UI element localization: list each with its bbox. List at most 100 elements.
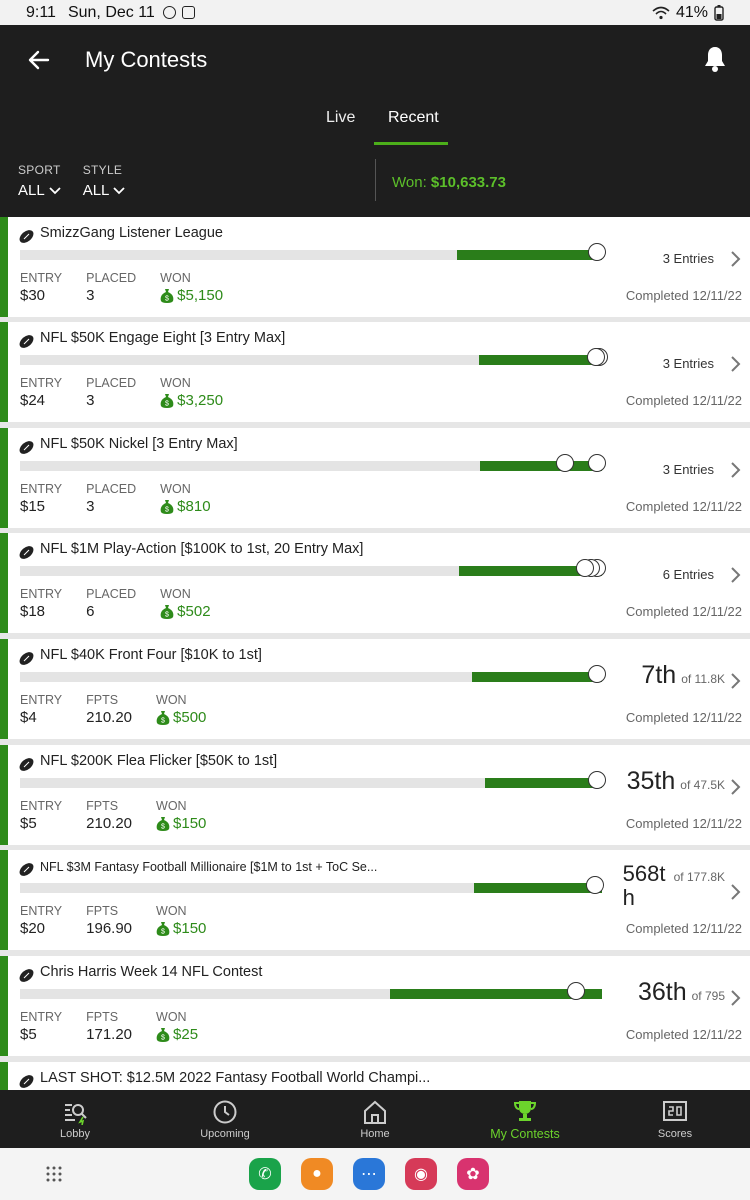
- messages-app-icon[interactable]: ⋯: [353, 1158, 385, 1190]
- progress-fill: [480, 461, 602, 471]
- filter-value: ALL: [18, 182, 45, 199]
- stat-value: $ $500: [156, 709, 206, 726]
- entry-position-marker: [588, 665, 606, 683]
- nav-upcoming[interactable]: Upcoming: [150, 1090, 300, 1148]
- contest-card[interactable]: NFL $200K Flea Flicker [$50K to 1st] ENTR…: [0, 745, 750, 845]
- contest-card[interactable]: NFL $1M Play-Action [$100K to 1st, 20 En…: [0, 533, 750, 633]
- rank-value: 35th: [626, 767, 676, 795]
- nav-scores[interactable]: Scores: [600, 1090, 750, 1148]
- filter-divider: [375, 159, 376, 201]
- stat-value-text: 171.20: [86, 1026, 133, 1043]
- stat-value-text: $25: [173, 1026, 199, 1043]
- nav-my-contests[interactable]: My Contests: [450, 1090, 600, 1148]
- progress-bar: [20, 559, 606, 577]
- contest-name: NFL $50K Engage Eight [3 Entry Max]: [40, 330, 286, 346]
- stat-value: 196.90: [86, 920, 132, 937]
- contacts-app-icon[interactable]: ●: [301, 1158, 333, 1190]
- stat-value-text: $24: [20, 392, 46, 409]
- rank-of-total: of 47.5K: [680, 778, 725, 792]
- stat-won: WON $ $3,250: [160, 376, 223, 409]
- stat-value-text: $5,150: [177, 287, 224, 304]
- entry-position-marker: [576, 559, 594, 577]
- rank-of-total: of 177.8K: [673, 870, 725, 884]
- contest-card[interactable]: NFL $40K Front Four [$10K to 1st] ENTRY $4…: [0, 639, 750, 739]
- nav-home[interactable]: Home: [300, 1090, 450, 1148]
- sport-filter[interactable]: SPORT ALL: [18, 163, 61, 199]
- stat-value: $ $150: [156, 920, 206, 937]
- progress-bar: [20, 348, 608, 366]
- app-drawer-icon[interactable]: [45, 1165, 63, 1183]
- tab-recent[interactable]: Recent: [388, 109, 439, 127]
- stat-value-text: 210.20: [86, 815, 133, 832]
- notification-icon: [181, 6, 195, 19]
- stat-placed: PLACED 6: [86, 587, 136, 620]
- svg-text:$: $: [165, 612, 169, 619]
- stat-label: WON: [156, 904, 187, 918]
- back-arrow-icon[interactable]: [26, 47, 52, 73]
- progress-bar: [20, 243, 606, 261]
- camera-app-icon[interactable]: ◉: [405, 1158, 437, 1190]
- stat-label: PLACED: [86, 482, 137, 496]
- stat-value-text: $20: [20, 920, 46, 937]
- rank-of-total: of 795: [691, 989, 725, 1003]
- chevron-right-icon[interactable]: [730, 672, 742, 690]
- stat-label: ENTRY: [20, 482, 63, 496]
- completed-date: Completed 12/11/22: [625, 921, 742, 936]
- svg-text:$: $: [161, 824, 165, 831]
- stat-value: 3: [86, 287, 136, 304]
- progress-fill: [474, 883, 602, 893]
- contest-card[interactable]: SmizzGang Listener League ENTRY $30 PLACED 3…: [0, 217, 750, 317]
- football-icon: [18, 756, 35, 773]
- stat-value: $ $502: [160, 603, 211, 620]
- contest-stats: ENTRY $30 PLACED 3 WON $ $5,150: [20, 271, 247, 304]
- entries-count: 3 Entries: [662, 356, 714, 371]
- app-header: My Contests Live Recent SPORT ALL STYLE …: [0, 25, 750, 217]
- contest-card[interactable]: NFL $50K Engage Eight [3 Entry Max] ENTRY…: [0, 322, 750, 422]
- stat-value-text: $500: [173, 709, 207, 726]
- contest-name: SmizzGang Listener League: [40, 225, 223, 241]
- filter-value: ALL: [82, 182, 110, 199]
- svg-text:$: $: [161, 718, 165, 725]
- contest-name: NFL $50K Nickel [3 Entry Max]: [40, 436, 238, 452]
- entry-position-marker: [587, 348, 605, 366]
- stat-value-text: $5: [20, 815, 37, 832]
- chevron-right-icon[interactable]: [730, 989, 742, 1007]
- contest-stats: ENTRY $18 PLACED 6 WON $ $502: [20, 587, 235, 620]
- stat-value: 3: [86, 498, 136, 515]
- stat-value-text: $150: [173, 920, 207, 937]
- progress-bar: [20, 771, 606, 789]
- contest-card[interactable]: NFL $3M Fantasy Football Millionaire [$1…: [0, 850, 750, 950]
- football-icon: [18, 861, 35, 878]
- stat-value-text: $4: [20, 709, 37, 726]
- contest-card[interactable]: NFL $50K Nickel [3 Entry Max] ENTRY $15 PLA…: [0, 428, 750, 528]
- bell-icon[interactable]: [702, 45, 728, 73]
- contest-stats: ENTRY $5 FPTS 171.20 WON $ $25: [20, 1010, 222, 1043]
- chevron-right-icon[interactable]: [730, 778, 742, 796]
- money-bag-icon: $: [160, 604, 174, 619]
- stat-placed: PLACED 3: [86, 271, 136, 304]
- nav-lobby[interactable]: Lobby: [0, 1090, 150, 1148]
- phone-app-icon[interactable]: ✆: [249, 1158, 281, 1190]
- rank-value: 7th: [641, 661, 677, 689]
- contest-name: NFL $3M Fantasy Football Millionaire [$1…: [40, 860, 378, 874]
- contest-card[interactable]: Chris Harris Week 14 NFL Contest ENTRY $5 F…: [0, 956, 750, 1056]
- chevron-right-icon[interactable]: [730, 461, 742, 479]
- completed-date: Completed 12/11/22: [625, 710, 742, 725]
- stat-value: $ $810: [160, 498, 211, 515]
- gallery-app-icon[interactable]: ✿: [457, 1158, 489, 1190]
- progress-fill: [485, 778, 602, 788]
- chevron-right-icon[interactable]: [730, 250, 742, 268]
- tab-live[interactable]: Live: [326, 109, 355, 127]
- football-icon: [18, 333, 35, 350]
- contest-list[interactable]: SmizzGang Listener League ENTRY $30 PLACED 3…: [0, 217, 750, 1090]
- stat-value-text: 3: [86, 287, 95, 304]
- style-filter[interactable]: STYLE ALL: [83, 163, 126, 199]
- contest-name: Chris Harris Week 14 NFL Contest: [40, 964, 263, 980]
- football-icon: [18, 228, 35, 245]
- contest-card[interactable]: LAST SHOT: $12.5M 2022 Fantasy Football …: [0, 1062, 750, 1090]
- chevron-right-icon[interactable]: [730, 566, 742, 584]
- stat-value: $5: [20, 1026, 62, 1043]
- chevron-right-icon[interactable]: [730, 883, 742, 901]
- chevron-right-icon[interactable]: [730, 355, 742, 373]
- stat-label: WON: [160, 482, 191, 496]
